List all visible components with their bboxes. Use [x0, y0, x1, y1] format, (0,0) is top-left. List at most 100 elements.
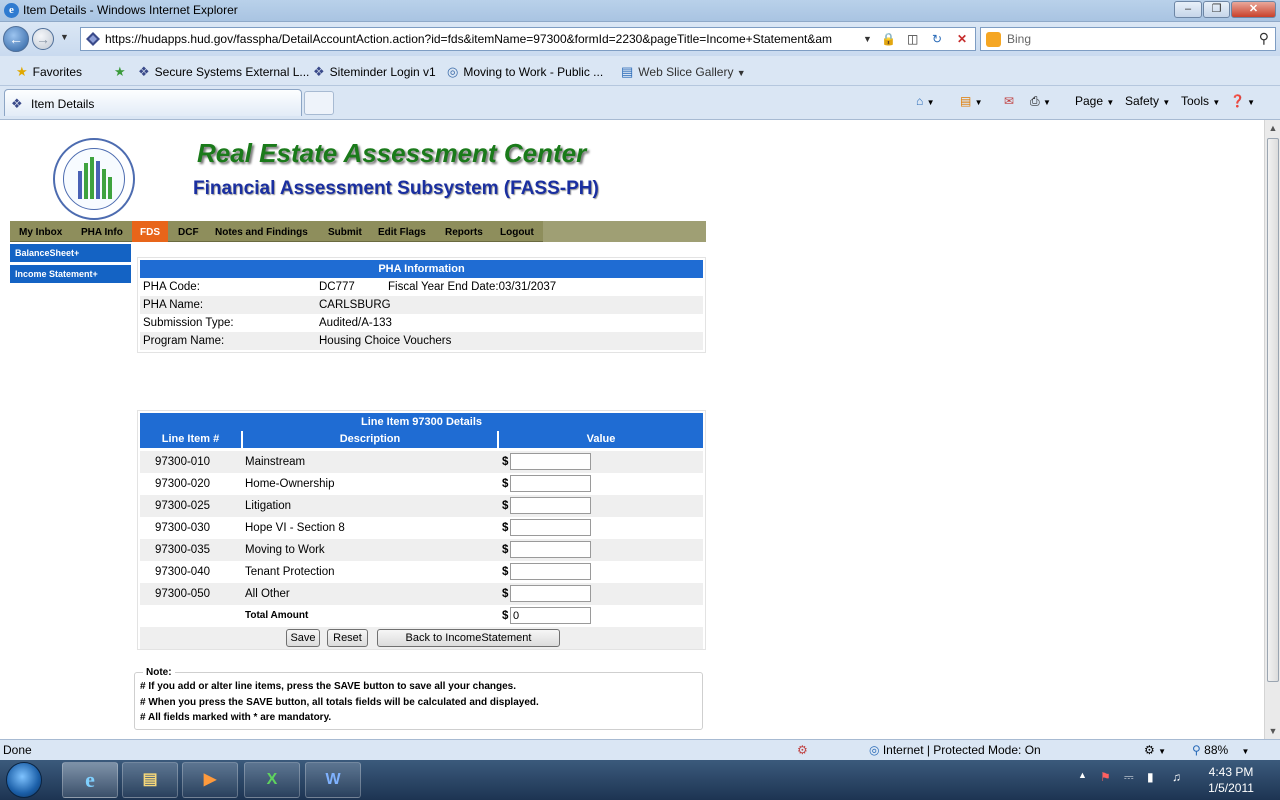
folder-icon[interactable]: ▤ [122, 762, 178, 798]
internet-explorer-icon[interactable]: e [62, 762, 118, 798]
back-to-income-statement-button[interactable]: Back to IncomeStatement [377, 629, 560, 647]
network-icon[interactable]: ▮ [1147, 770, 1154, 784]
mail-icon[interactable]: ✉ [1004, 94, 1014, 108]
note-legend: Note: [143, 667, 175, 678]
nav-notes-findings[interactable]: Notes and Findings [215, 221, 308, 242]
search-box[interactable]: Bing ⚲ [980, 27, 1276, 51]
web-slice-gallery-link[interactable]: ▤ Web Slice Gallery ▼ [621, 64, 746, 80]
line-code: 97300-025 [155, 500, 210, 512]
site-icon: ❖ [11, 96, 23, 111]
value-input-all-other[interactable] [510, 585, 591, 602]
chevron-down-icon: ▼ [1106, 98, 1115, 107]
nav-pha-info[interactable]: PHA Info [81, 221, 123, 242]
maximize-button[interactable]: ❐ [1203, 1, 1230, 18]
value-input-moving-to-work[interactable] [510, 541, 591, 558]
value-input-litigation[interactable] [510, 497, 591, 514]
favorites-button[interactable]: ★ Favorites [16, 64, 82, 80]
star-icon: ★ [16, 64, 28, 79]
page-menu[interactable]: Page ▼ [1075, 94, 1114, 108]
zoom-icon: ⚲ [1192, 743, 1201, 757]
favorite-link[interactable]: ❖ Secure Systems External L... [138, 64, 309, 80]
safety-menu[interactable]: Safety ▼ [1125, 94, 1170, 108]
save-button[interactable]: Save [286, 629, 320, 647]
show-hidden-icons[interactable]: ▲ [1078, 770, 1087, 780]
address-bar: ← → ▼ https://hudapps.hud.gov/fasspha/De… [0, 22, 1280, 56]
print-icon[interactable]: ⎙ ▼ [1030, 94, 1051, 109]
start-button[interactable] [6, 762, 42, 798]
col-line-item: Line Item # [140, 431, 241, 448]
currency-symbol: $ [502, 500, 509, 512]
forward-arrow-icon[interactable]: → [32, 28, 54, 50]
security-zone[interactable]: ◎ Internet | Protected Mode: On [869, 743, 1041, 757]
vertical-scrollbar[interactable]: ▲ ▼ [1264, 120, 1280, 739]
protected-mode-icon[interactable]: ⚙ ▼ [1144, 743, 1166, 757]
help-icon[interactable]: ❓ ▼ [1230, 94, 1255, 108]
favorite-link[interactable]: ❖ Siteminder Login v1 [313, 64, 436, 80]
note-line: # If you add or alter line items, press … [140, 681, 517, 692]
currency-symbol: $ [502, 456, 509, 468]
close-button[interactable]: ✕ [1231, 1, 1276, 18]
line-desc: Tenant Protection [245, 566, 335, 578]
pha-info-panel: PHA Information PHA Code: DC777 Fiscal Y… [137, 257, 706, 353]
table-row: 97300-050 All Other $ [140, 583, 703, 605]
tab-label: Item Details [31, 97, 95, 111]
url-text[interactable]: https://hudapps.hud.gov/fasspha/DetailAc… [105, 32, 865, 46]
tab-item-details[interactable]: ❖ Item Details [4, 89, 302, 116]
favorite-link[interactable]: ◎ Moving to Work - Public ... [447, 64, 603, 80]
lock-icon[interactable]: 🔒 [881, 32, 896, 46]
nav-filler [543, 221, 706, 242]
history-dropdown-icon[interactable]: ▼ [60, 32, 69, 42]
tools-menu[interactable]: Tools ▼ [1181, 94, 1220, 108]
blocked-content-icon[interactable]: ⚙ [797, 743, 808, 757]
new-tab-button[interactable] [304, 91, 334, 115]
status-bar: Done ⚙ ◎ Internet | Protected Mode: On ⚙… [0, 739, 1280, 760]
excel-icon[interactable]: X [244, 762, 300, 798]
scroll-thumb[interactable] [1267, 138, 1279, 682]
search-placeholder[interactable]: Bing [1007, 32, 1031, 46]
home-icon[interactable]: ⌂ ▼ [916, 94, 935, 108]
line-desc: Litigation [245, 500, 292, 512]
add-favorites-icon[interactable]: ★ [114, 64, 131, 80]
currency-symbol: $ [502, 478, 509, 490]
value-input-tenant-protection[interactable] [510, 563, 591, 580]
pha-name-label: PHA Name: [143, 299, 204, 311]
url-box[interactable]: https://hudapps.hud.gov/fasspha/DetailAc… [80, 27, 976, 51]
back-arrow-icon[interactable]: ← [3, 26, 29, 52]
sidenav-balance-sheet[interactable]: BalanceSheet+ [10, 244, 131, 263]
nav-logout[interactable]: Logout [500, 221, 534, 242]
window-title: Item Details - Windows Internet Explorer [23, 3, 238, 17]
action-center-icon[interactable]: ⚑ [1100, 770, 1111, 784]
value-input-mainstream[interactable] [510, 453, 591, 470]
submission-type-value: Audited/A-133 [319, 317, 392, 329]
sidenav-income-statement[interactable]: Income Statement+ [10, 265, 131, 284]
media-player-icon[interactable]: ▶ [182, 762, 238, 798]
nav-submit[interactable]: Submit [328, 221, 362, 242]
nav-reports[interactable]: Reports [445, 221, 483, 242]
nav-my-inbox[interactable]: My Inbox [19, 221, 62, 242]
value-input-hope-vi[interactable] [510, 519, 591, 536]
volume-icon[interactable]: ♫ [1172, 770, 1181, 784]
stop-icon[interactable]: ✕ [957, 32, 967, 46]
line-desc: Moving to Work [245, 544, 325, 556]
url-dropdown-icon[interactable]: ▼ [863, 34, 872, 44]
search-icon[interactable]: ⚲ [1259, 30, 1269, 47]
refresh-icon[interactable]: ↻ [932, 32, 942, 46]
zoom-control[interactable]: ⚲ 88% ▼ [1192, 743, 1249, 757]
system-clock[interactable]: 4:43 PM 1/5/2011 [1196, 764, 1266, 796]
col-description: Description [243, 431, 497, 448]
word-icon[interactable]: W [305, 762, 361, 798]
value-input-home-ownership[interactable] [510, 475, 591, 492]
button-row: Save Reset Back to IncomeStatement [140, 627, 703, 649]
fass-title: Financial Assessment Subsystem (FASS-PH) [193, 178, 599, 199]
feeds-icon[interactable]: ▤ ▼ [960, 94, 983, 108]
reset-button[interactable]: Reset [327, 629, 368, 647]
compat-view-icon[interactable]: ◫ [907, 32, 918, 46]
nav-fds[interactable]: FDS [132, 221, 168, 242]
device-icon[interactable]: ⎓ [1124, 770, 1134, 785]
scroll-down-icon[interactable]: ▼ [1265, 723, 1280, 739]
minimize-button[interactable]: – [1174, 1, 1202, 18]
nav-dcf[interactable]: DCF [178, 221, 199, 242]
scroll-up-icon[interactable]: ▲ [1265, 120, 1280, 136]
nav-edit-flags[interactable]: Edit Flags [378, 221, 426, 242]
line-desc: All Other [245, 588, 290, 600]
